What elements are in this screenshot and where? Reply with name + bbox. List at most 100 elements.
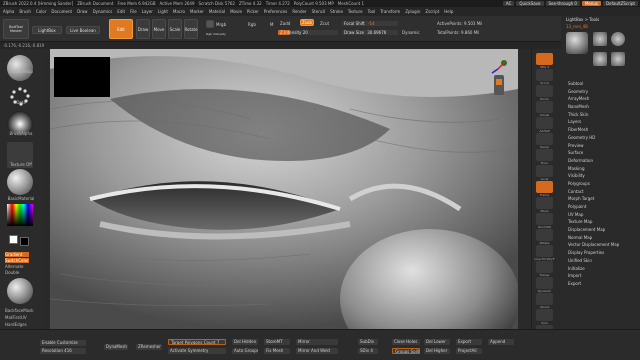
menu-file[interactable]: File [130,9,137,14]
menu-render[interactable]: Render [292,9,306,14]
groups-split-button[interactable]: Groups Split [392,348,420,354]
menu-edit[interactable]: Edit [117,9,125,14]
resolution-slider[interactable]: Resolution 416 [40,348,86,354]
activate-symmetry-button[interactable]: Activate Symmetry [168,348,226,354]
navigation-inset[interactable] [54,57,110,97]
storemt-button[interactable]: StoreMT [264,339,290,345]
shelf-button-persp[interactable] [536,133,553,145]
menu-light[interactable]: Light [158,9,168,14]
export-button[interactable]: Export [456,339,482,345]
menu-dynamics[interactable]: Dynamics [93,9,113,14]
backface-mask-button[interactable]: BackfaceMask [5,308,41,313]
tool-thumb-extra[interactable] [611,52,625,66]
del-hidden-button[interactable]: Del Hidden [232,339,258,345]
menu-color[interactable]: Color [36,9,46,14]
menu-marker[interactable]: Marker [190,9,204,14]
tool-section-import[interactable]: Import [561,272,640,280]
menus-button[interactable]: Menus [581,1,602,6]
tool-section-geometry[interactable]: Geometry [561,88,640,96]
tool-section-masking[interactable]: Masking [561,165,640,173]
shelf-button-spix-3[interactable] [536,53,553,65]
tool-section-contact[interactable]: Contact [561,188,640,196]
tool-section-uv-map[interactable]: UV Map [561,211,640,219]
tool-section-export[interactable]: Export [561,280,640,288]
edit-button[interactable]: Edit [109,19,133,39]
scale-button[interactable]: Scale [168,19,182,39]
tool-section-arraymesh[interactable]: ArrayMesh [561,95,640,103]
tool-section-thick-skin[interactable]: Thick Skin [561,111,640,119]
material-thumbnail[interactable] [7,169,33,195]
del-lower-button[interactable]: Del Lower [424,339,450,345]
viewport-canvas[interactable] [50,49,518,329]
menu-document[interactable]: Document [51,9,72,14]
shelf-button-local[interactable] [536,165,553,177]
tool-section-subtool[interactable]: Subtool [561,80,640,88]
sdiv-slider[interactable]: SDiv 4 [358,348,378,354]
menu-layer[interactable]: Layer [142,9,153,14]
menu-picker[interactable]: Picker [247,9,259,14]
tool-section-geometry-hd[interactable]: Geometry HD [561,134,640,142]
tool-section-normal-map[interactable]: Normal Map [561,234,640,242]
menu-brush[interactable]: Brush [19,9,31,14]
gradient-button[interactable]: Gradient [5,252,29,257]
menu-macro[interactable]: Macro [173,9,185,14]
dynamesh-button[interactable]: DynaMesh [104,344,128,350]
menu-help[interactable]: Help [444,9,453,14]
focal-shift-slider[interactable]: Focal Shift -14 [342,21,398,26]
tool-section-display-properties[interactable]: Display Properties [561,249,640,257]
switch-color-button[interactable]: SwitchColor [5,258,29,263]
mrgb-toggle[interactable] [206,20,214,28]
shelf-button-frame[interactable] [536,181,553,193]
menu-stroke[interactable]: Stroke [330,9,343,14]
shelf-button-aahalf[interactable] [536,117,553,129]
tool-section-displacement-map[interactable]: Displacement Map [561,226,640,234]
shelf-button-line-fill-polyf[interactable] [536,245,553,257]
shelf-button-rotate[interactable] [536,229,553,241]
shelf-button-transp[interactable] [536,261,553,273]
tool-thumb-cylinder[interactable] [593,32,607,46]
z-intensity-slider[interactable]: Z Intensity 20 [278,30,338,35]
enable-customize-button[interactable]: Enable Customize [40,340,86,346]
secondary-color-swatch[interactable] [20,237,29,246]
tool-section-polypaint[interactable]: Polypaint [561,203,640,211]
shelf-button-dynamic[interactable] [536,277,553,289]
menu-preferences[interactable]: Preferences [264,9,288,14]
draw-button[interactable]: Draw [136,19,150,39]
ac-button[interactable]: AC [502,1,515,6]
zremesher-button[interactable]: ZRemesher [136,344,162,350]
menu-material[interactable]: Material [209,9,225,14]
draw-size-slider[interactable]: Draw Size 30.69676 [342,30,398,35]
zcut-button[interactable]: Zcut [320,21,329,26]
tool-section-morph-target[interactable]: Morph Target [561,195,640,203]
bolt-master-button[interactable]: BoltTool Master [3,19,29,39]
shelf-button-zoom[interactable] [536,85,553,97]
zsub-button[interactable]: Zsub [300,19,314,26]
shelf-button-actual[interactable] [536,101,553,113]
matfirst-button[interactable]: MatFirstUV [5,315,41,320]
rotate-button[interactable]: Rotate [184,19,198,39]
color-picker[interactable] [7,204,33,226]
secondary-material-thumbnail[interactable] [7,278,33,304]
tool-section-fibermesh[interactable]: FiberMesh [561,126,640,134]
close-holes-button[interactable]: Close Holes [392,339,420,345]
projectall-button[interactable]: ProjectAll [456,348,482,354]
menu-texture[interactable]: Texture [348,9,363,14]
tool-section-surface[interactable]: Surface [561,149,640,157]
brush-thumbnail[interactable] [7,55,33,81]
tool-section-preview[interactable]: Preview [561,142,640,150]
menu-zplugin[interactable]: Zplugin [405,9,420,14]
tray-header[interactable]: LightBox > Tools [561,16,640,24]
subdiv-button[interactable]: SubDiv [358,339,378,345]
shelf-button-zoomsd[interactable] [536,213,553,225]
tool-section-unified-skin[interactable]: Unified Skin [561,257,640,265]
tool-section-initialize[interactable]: Initialize [561,265,640,273]
del-higher-button[interactable]: Del Higher [424,348,450,354]
tool-section-polygroups[interactable]: Polygroups [561,180,640,188]
move-button[interactable]: Move [152,19,166,39]
auto-groups-button[interactable]: Auto Groups [232,348,258,354]
double-button[interactable]: Double [5,270,41,275]
dynamic-toggle[interactable]: Dynamic [402,30,420,35]
lightbox-button[interactable]: LightBox [32,26,62,34]
append-button[interactable]: Append [488,339,514,345]
shelf-button-ghost[interactable] [536,293,553,305]
